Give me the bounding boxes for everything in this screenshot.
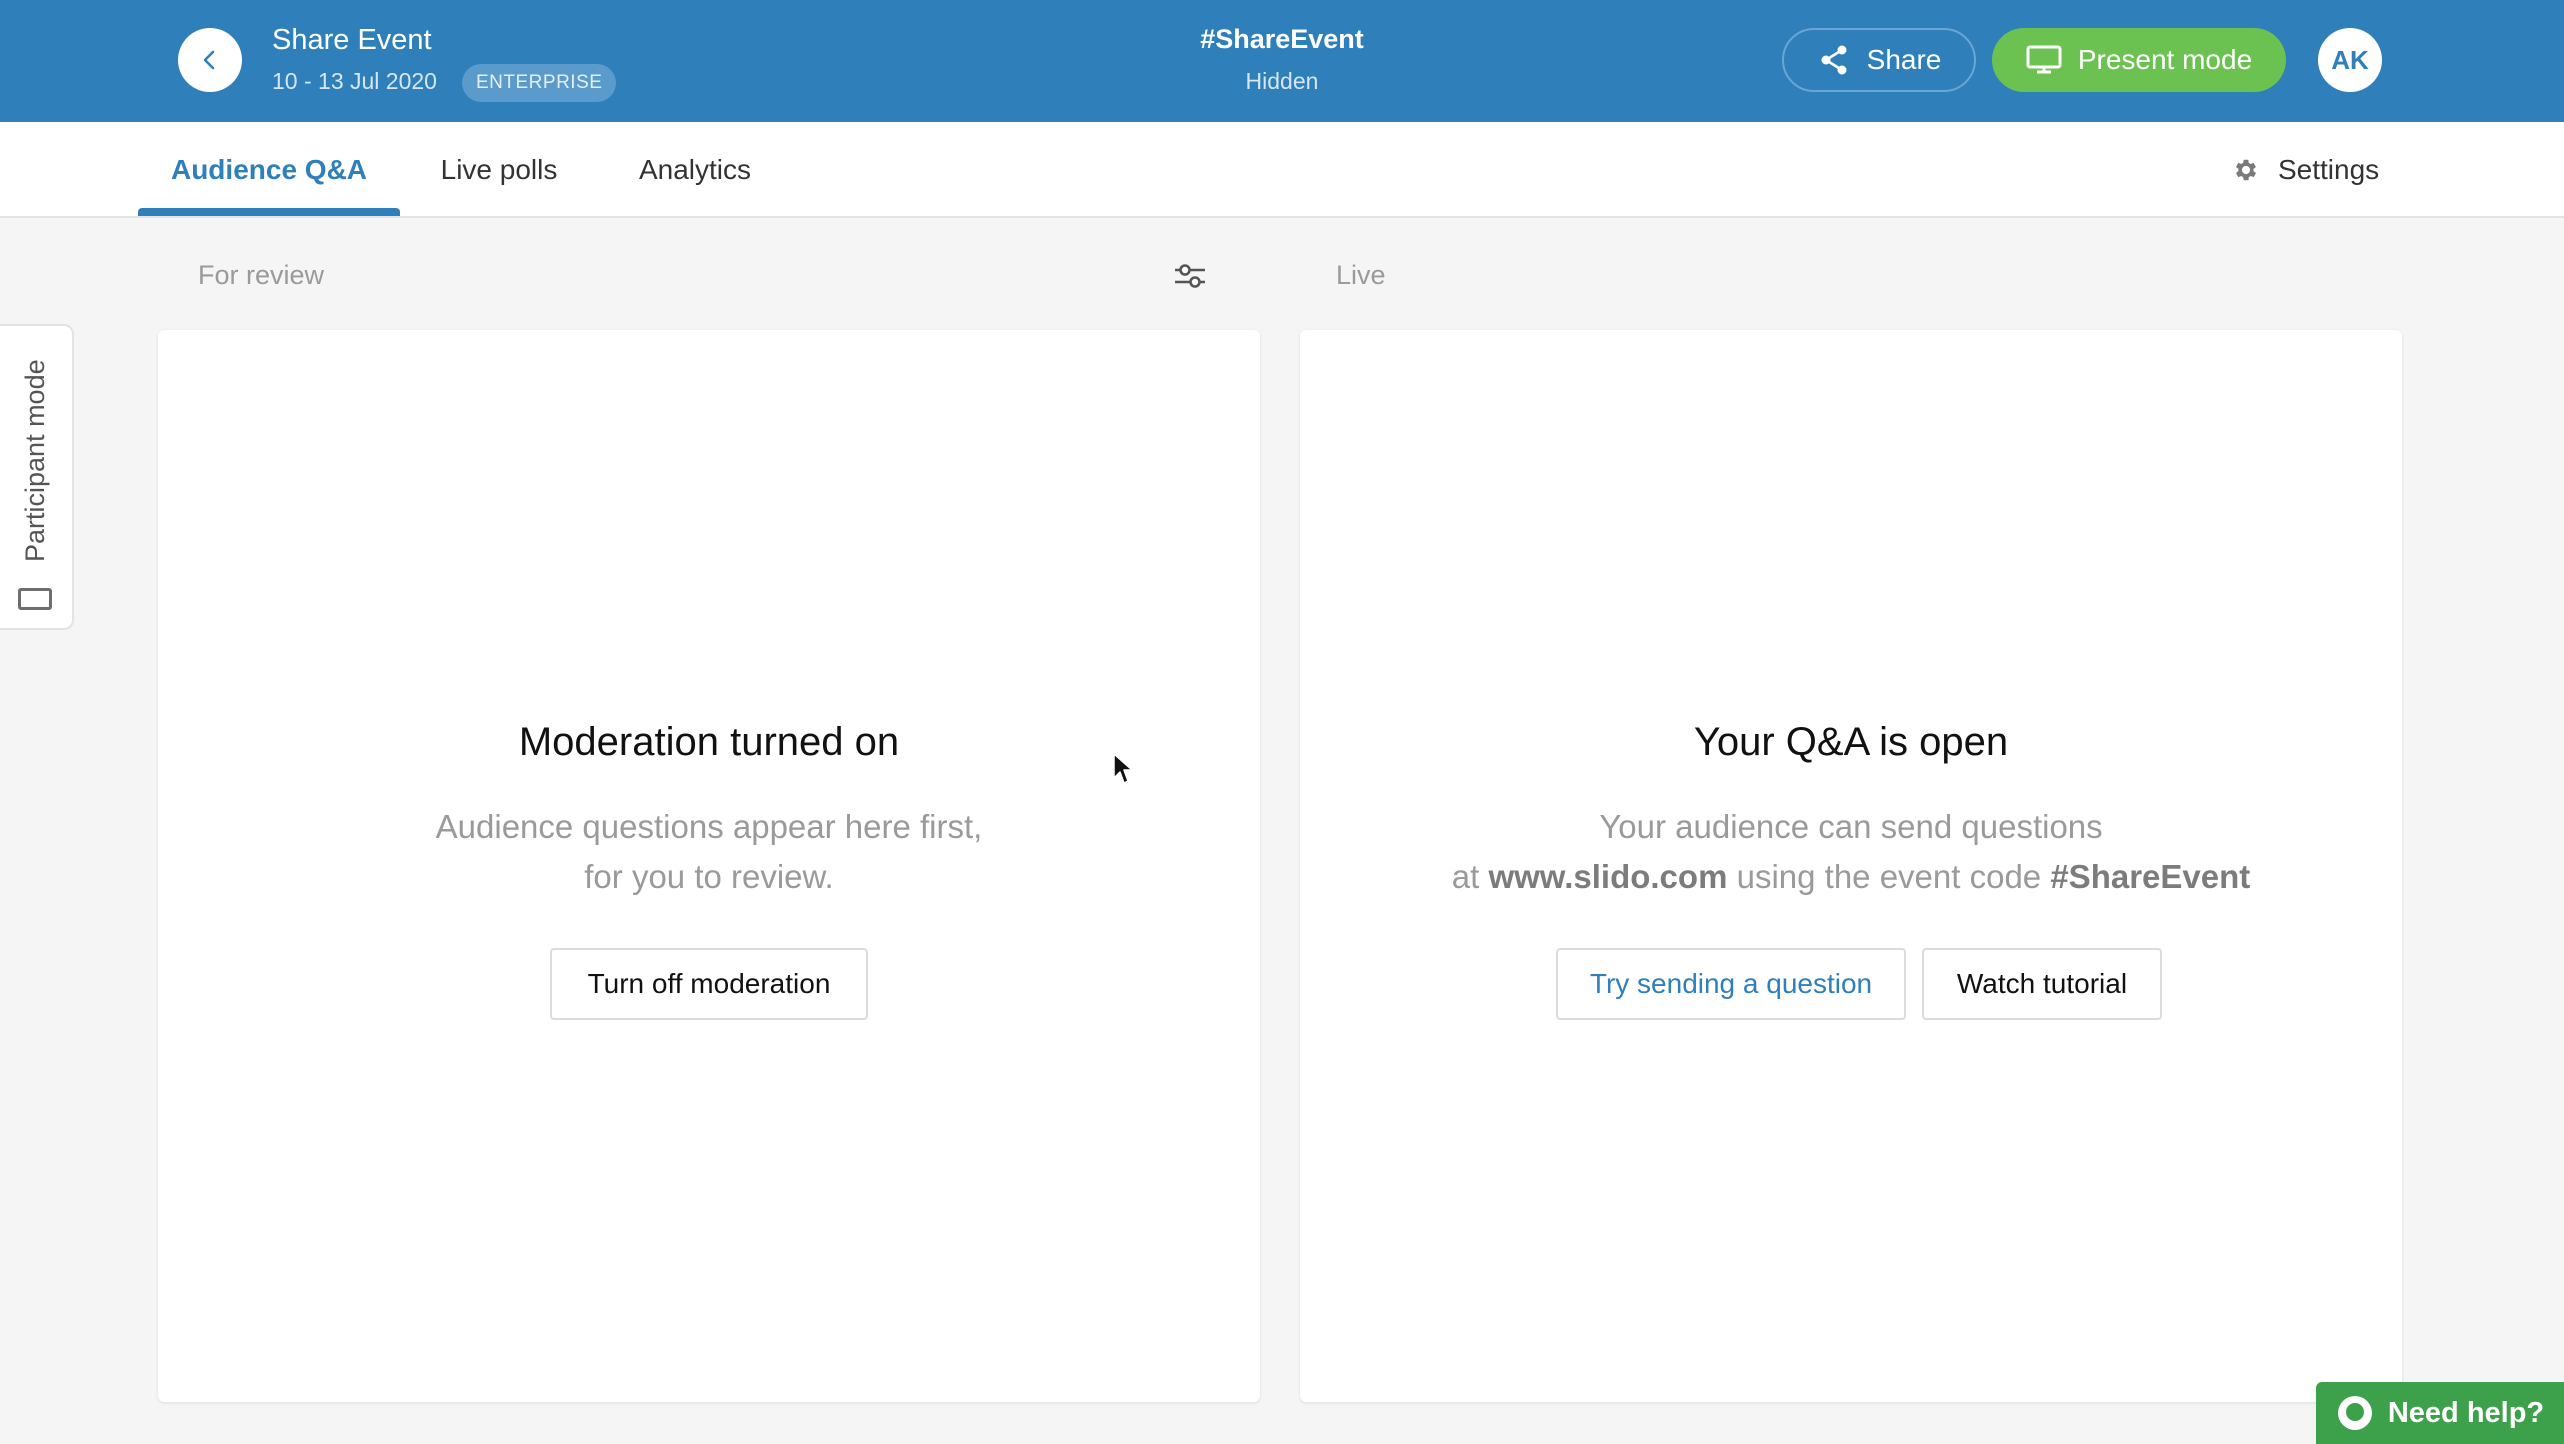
participant-mode-tab[interactable]: Participant mode — [0, 324, 74, 630]
qa-event-code: #ShareEvent — [2050, 858, 2251, 895]
mouse-cursor-icon — [1113, 753, 1133, 784]
sliders-icon — [1175, 264, 1205, 288]
settings-label: Settings — [2278, 154, 2380, 185]
qa-desc-line1: Your audience can send questions — [1599, 808, 2103, 845]
present-mode-label: Present mode — [2077, 44, 2253, 75]
monitor-icon — [2026, 45, 2062, 74]
event-visibility-status: Hidden — [1245, 68, 1319, 94]
for-review-label: For review — [198, 260, 325, 290]
tab-live-polls[interactable]: Live polls — [420, 122, 578, 218]
qa-desc-middle: using the event code — [1736, 858, 2042, 895]
moderation-description: Audience questions appear here first, fo… — [158, 802, 1260, 902]
participant-mode-label: Participant mode — [20, 359, 50, 562]
live-label: Live — [1336, 260, 1386, 290]
moderation-desc-line1: Audience questions appear here first, — [435, 808, 983, 845]
try-sending-question-button[interactable]: Try sending a question — [1556, 948, 1906, 1020]
chat-bubble-icon — [2337, 1396, 2372, 1430]
plan-badge: ENTERPRISE — [462, 64, 617, 102]
event-title: Share Event — [272, 24, 432, 56]
filter-settings-button[interactable] — [1170, 256, 1210, 296]
live-panel: Your Q&A is open Your audience can send … — [1300, 330, 2402, 1402]
turn-off-moderation-button[interactable]: Turn off moderation — [550, 948, 868, 1020]
need-help-button[interactable]: Need help? — [2316, 1382, 2564, 1444]
for-review-panel: Moderation turned on Audience questions … — [158, 330, 1260, 1402]
gear-icon — [2235, 159, 2257, 181]
active-tab-indicator — [138, 208, 400, 216]
back-button[interactable] — [178, 28, 242, 92]
tab-analytics[interactable]: Analytics — [610, 122, 780, 218]
moderation-desc-line2: for you to review. — [584, 858, 834, 895]
share-button[interactable]: Share — [1782, 28, 1976, 92]
qa-desc-line2: at www.slido.com using the event code #S… — [1300, 852, 2402, 902]
top-header: Share Event 10 - 13 Jul 2020 ENTERPRISE … — [0, 0, 2564, 122]
device-icon — [18, 588, 52, 610]
qa-open-description: Your audience can send questions at www.… — [1300, 802, 2402, 902]
event-dates: 10 - 13 Jul 2020 — [272, 68, 437, 94]
qa-open-title: Your Q&A is open — [1693, 720, 2009, 764]
moderation-title: Moderation turned on — [518, 720, 900, 764]
share-button-label: Share — [1866, 44, 1942, 75]
event-code: #ShareEvent — [1200, 24, 1364, 54]
qa-desc-at: at — [1451, 858, 1480, 895]
tab-bar: Audience Q&A Live polls Analytics Settin… — [0, 122, 2564, 218]
share-icon — [1821, 45, 1847, 75]
back-chevron-icon — [203, 50, 215, 70]
settings-button[interactable]: Settings — [2232, 122, 2379, 218]
slido-website: www.slido.com — [1488, 858, 1728, 895]
present-mode-button[interactable]: Present mode — [1992, 28, 2286, 92]
user-avatar[interactable]: AK — [2318, 28, 2382, 92]
need-help-label: Need help? — [2387, 1396, 2545, 1429]
watch-tutorial-button[interactable]: Watch tutorial — [1922, 948, 2162, 1020]
tab-audience-qa[interactable]: Audience Q&A — [138, 122, 400, 218]
